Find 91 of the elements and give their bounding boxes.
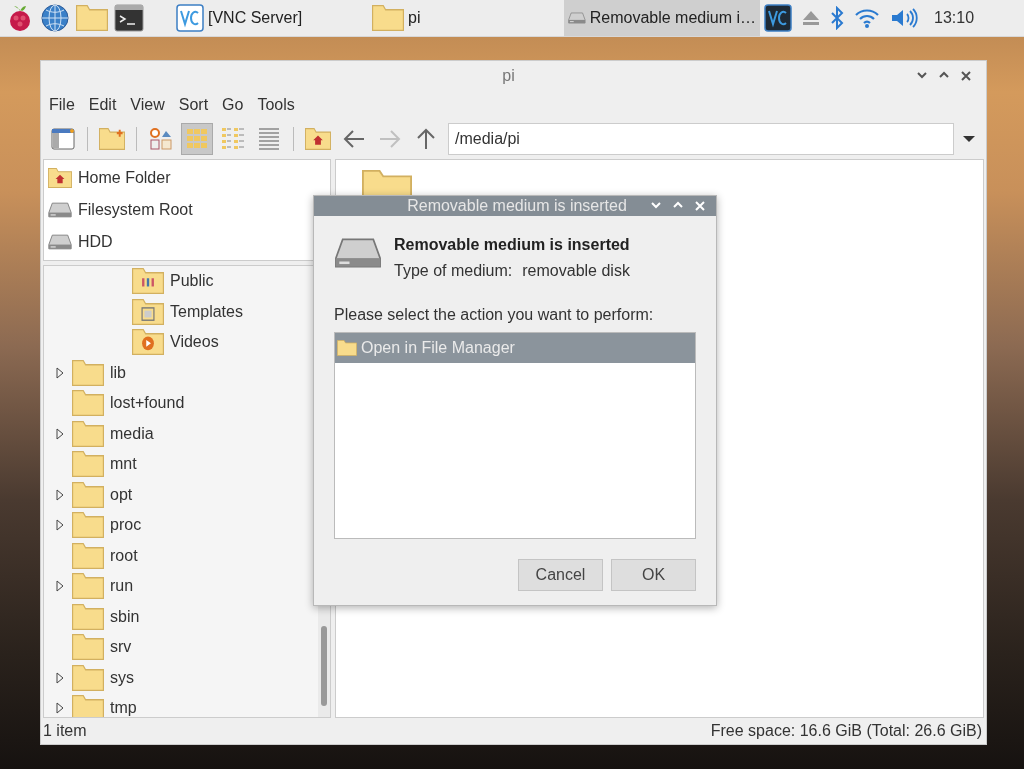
up-arrow-icon [416, 128, 436, 150]
folder-icon [372, 5, 404, 31]
dialog-button[interactable]: OK [611, 559, 696, 591]
place-item[interactable]: HDD [78, 233, 113, 251]
menu-item[interactable]: View [130, 96, 165, 114]
tree-item[interactable]: tmp [110, 699, 137, 717]
tree-item[interactable]: sbin [110, 607, 140, 626]
vnc-icon [176, 4, 204, 32]
taskbar-button[interactable]: Removable medium i… [564, 0, 760, 36]
folder-icon [72, 512, 104, 539]
folder-icon [72, 573, 104, 600]
dialog-title: Removable medium is inserted [406, 197, 628, 215]
tree-item[interactable]: lost+found [110, 394, 185, 413]
folder-icon [72, 420, 104, 447]
tree-item[interactable]: lib [110, 363, 126, 382]
back-arrow-icon [343, 129, 365, 149]
expander-arrow-icon[interactable] [56, 702, 64, 715]
menu-item[interactable]: Go [222, 96, 244, 114]
path-field[interactable]: /media/pi [448, 123, 954, 155]
window-title: pi [501, 67, 516, 85]
folder-icon [72, 634, 104, 661]
tree-item[interactable]: opt [110, 485, 133, 504]
tree-item[interactable]: sys [110, 668, 134, 687]
vnc-icon[interactable] [764, 4, 792, 32]
expander-arrow-icon[interactable] [56, 366, 64, 379]
tree-item[interactable]: srv [110, 638, 132, 657]
tree-item[interactable]: Videos [170, 333, 219, 352]
menu-item[interactable]: Sort [178, 96, 209, 114]
menu-item[interactable]: Tools [257, 96, 295, 114]
expander-arrow-icon[interactable] [56, 671, 64, 684]
dialog-heading: Removable medium is inserted [394, 236, 630, 254]
maximize-icon[interactable] [672, 200, 684, 210]
place-item[interactable]: Filesystem Root [78, 201, 193, 219]
expander-arrow-icon[interactable] [56, 580, 64, 593]
expander-arrow-icon[interactable] [56, 427, 64, 440]
tree-item[interactable]: root [110, 546, 138, 565]
folder-icon [76, 5, 108, 31]
new-folder-icon [99, 128, 125, 150]
place-item[interactable]: Home Folder [78, 169, 171, 187]
folder-icon [337, 340, 357, 356]
icon-view-icon [149, 127, 173, 151]
hard-drive-icon [334, 236, 382, 270]
folder-icon [72, 481, 104, 508]
list-view-icon [257, 127, 281, 151]
maximize-icon[interactable] [938, 70, 950, 80]
free-space-text: Free space: 16.6 GiB (Total: 26.6 GiB) [710, 722, 982, 740]
hard-drive-icon [48, 233, 72, 251]
grid-view-icon [185, 127, 209, 151]
expander-arrow-icon[interactable] [56, 488, 64, 501]
folder-icon [72, 664, 104, 691]
home-folder-icon [305, 128, 331, 150]
taskbar-button[interactable]: [VNC Server] [172, 0, 368, 36]
minimize-icon[interactable] [650, 200, 662, 210]
medium-type-label: Type of medium: [394, 262, 513, 280]
terminal-icon[interactable] [114, 4, 144, 32]
forward-arrow-icon [379, 129, 401, 149]
volume-icon[interactable] [890, 7, 918, 29]
tree-item[interactable]: Templates [170, 302, 243, 321]
home-folder-icon [48, 168, 72, 188]
tree-item[interactable]: run [110, 577, 134, 596]
medium-type-value: removable disk [522, 262, 630, 280]
close-icon[interactable] [960, 70, 972, 82]
video-folder-icon [132, 329, 164, 356]
detailed-list-icon [221, 127, 245, 151]
minimize-icon[interactable] [916, 70, 928, 80]
wifi-icon[interactable] [854, 7, 880, 29]
hard-drive-icon [48, 201, 72, 219]
dropdown-arrow-icon[interactable] [963, 135, 975, 143]
tree-item[interactable]: proc [110, 516, 142, 535]
templates-folder-icon [132, 298, 164, 325]
taskbar-button[interactable]: pi [368, 0, 564, 36]
clock: 13:10 [934, 9, 975, 27]
item-count: 1 item [43, 722, 87, 740]
folder-icon [72, 695, 104, 717]
folder-icon [72, 451, 104, 478]
menu-item[interactable]: Edit [88, 96, 117, 114]
window-pane-icon [51, 128, 75, 150]
menu-item[interactable]: File [49, 96, 75, 114]
bluetooth-icon[interactable] [830, 6, 844, 30]
tree-item[interactable]: Public [170, 272, 214, 291]
globe-icon[interactable] [40, 3, 70, 33]
expander-arrow-icon[interactable] [56, 519, 64, 532]
folder-icon [72, 359, 104, 386]
folder-icon [72, 542, 104, 569]
tree-item[interactable]: media [110, 424, 154, 443]
tree-item[interactable]: mnt [110, 455, 137, 474]
folder-icon [72, 390, 104, 417]
dialog-prompt: Please select the action you want to perform: [334, 306, 655, 324]
shared-folder-icon [132, 268, 164, 295]
dialog-button[interactable]: Cancel [518, 559, 603, 591]
folder-icon [72, 603, 104, 630]
